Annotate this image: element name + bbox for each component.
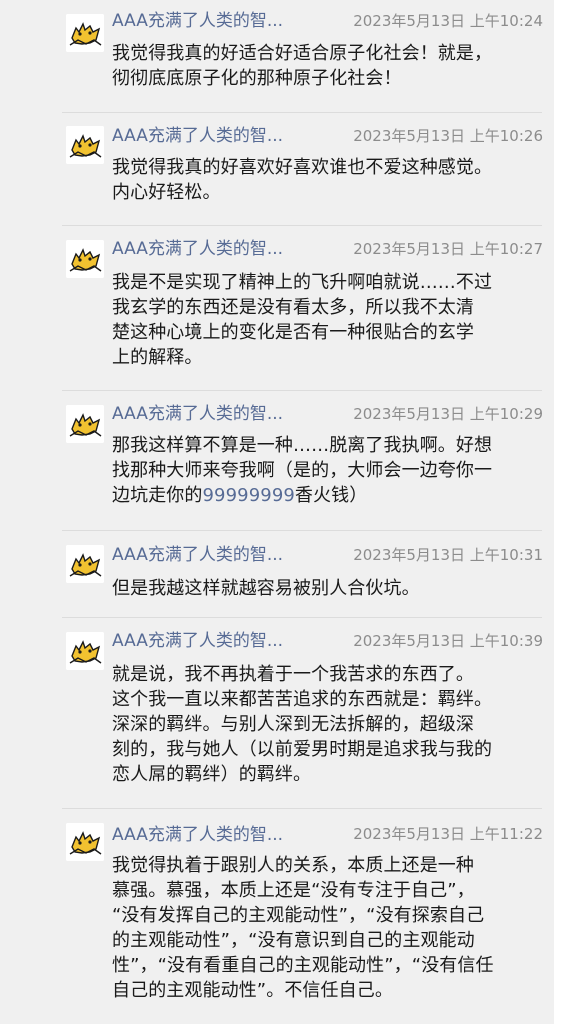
message-line: 的主观能动性”，“没有意识到自己的主观能动 — [112, 930, 475, 951]
message-line: 自己的主观能动性”。不信任自己。 — [112, 980, 393, 1001]
sender-name[interactable]: AAA充满了人类的智... — [112, 544, 283, 566]
message-line: 我觉得我真的好喜欢好喜欢谁也不爱这种感觉。 — [112, 157, 493, 178]
message-line: 楚这种心境上的变化是否有一种很贴合的玄学 — [112, 322, 474, 343]
avatar[interactable] — [66, 240, 104, 278]
message-text: 我是不是实现了精神上的飞升啊咱就说……不过 我玄学的东西还是没有看太多，所以我不… — [112, 270, 544, 370]
message-line: “没有发挥自己的主观能动性”，“没有探索自己 — [112, 905, 485, 926]
message-line: 上的解释。 — [112, 347, 203, 368]
avatar[interactable] — [66, 545, 104, 583]
chat-message[interactable]: AAA充满了人类的智... 2023年5月13日 上午10:27 我是不是实现了… — [0, 226, 554, 390]
avatar[interactable] — [66, 14, 104, 52]
message-line: 我玄学的东西还是没有看太多，所以我不太清 — [112, 297, 474, 318]
cat-avatar-icon — [66, 823, 104, 861]
chat-message[interactable]: AAA充满了人类的智... 2023年5月13日 上午10:39 就是说，我不再… — [0, 618, 554, 808]
message-timestamp: 2023年5月13日 上午10:29 — [353, 405, 543, 423]
message-line: 那我这样算不算是一种……脱离了我执啊。好想 — [112, 435, 493, 456]
avatar[interactable] — [66, 823, 104, 861]
cat-avatar-icon — [66, 126, 104, 164]
chat-message[interactable]: AAA充满了人类的智... 2023年5月13日 上午10:31 但是我越这样就… — [0, 531, 554, 617]
message-text: 我觉得执着于跟别人的关系，本质上还是一种 慕强。慕强，本质上还是“没有专注于自己… — [112, 853, 544, 1003]
message-text: 我觉得我真的好适合好适合原子化社会！就是， 彻彻底底原子化的那种原子化社会！ — [112, 41, 544, 91]
sender-name[interactable]: AAA充满了人类的智... — [112, 630, 283, 652]
number-link[interactable]: 99999999 — [203, 485, 295, 506]
sender-name[interactable]: AAA充满了人类的智... — [112, 125, 283, 147]
cat-avatar-icon — [66, 240, 104, 278]
sender-name[interactable]: AAA充满了人类的智... — [112, 403, 283, 425]
message-line: 深深的羁绊。与别人深到无法拆解的，超级深 — [112, 714, 474, 735]
chat-message[interactable]: AAA充满了人类的智... 2023年5月13日 上午10:26 我觉得我真的好… — [0, 113, 554, 225]
window-edge — [554, 0, 569, 1024]
message-line: 边坑走你的99999999香火钱） — [112, 483, 544, 508]
message-line: 我是不是实现了精神上的飞升啊咱就说……不过 — [112, 272, 493, 293]
sender-name[interactable]: AAA充满了人类的智... — [112, 238, 283, 260]
message-timestamp: 2023年5月13日 上午10:31 — [353, 546, 543, 564]
avatar[interactable] — [66, 405, 104, 443]
cat-avatar-icon — [66, 632, 104, 670]
message-text: 那我这样算不算是一种……脱离了我执啊。好想 找那种大师来夸我啊（是的，大师会一边… — [112, 433, 544, 508]
message-text: 但是我越这样就越容易被别人合伙坑。 — [112, 576, 544, 601]
message-line: 刻的，我与她人（以前爱男时期是追求我与我的 — [112, 739, 493, 760]
message-line: 恋人屌的羁绊）的羁绊。 — [112, 764, 312, 785]
message-timestamp: 2023年5月13日 上午11:22 — [353, 825, 543, 843]
chat-message[interactable]: AAA充满了人类的智... 2023年5月13日 上午10:29 那我这样算不算… — [0, 391, 554, 530]
message-line: 内心好轻松。 — [112, 182, 221, 203]
message-line: 我觉得我真的好适合好适合原子化社会！就是， — [112, 43, 493, 64]
message-timestamp: 2023年5月13日 上午10:24 — [353, 12, 543, 30]
message-text: 我觉得我真的好喜欢好喜欢谁也不爱这种感觉。 内心好轻松。 — [112, 155, 544, 205]
message-text: 就是说，我不再执着于一个我苦求的东西了。 这个我一直以来都苦苦追求的东西就是：羁… — [112, 662, 544, 787]
avatar[interactable] — [66, 632, 104, 670]
message-timestamp: 2023年5月13日 上午10:39 — [353, 632, 543, 650]
message-line-text: 边坑走你的 — [112, 485, 203, 506]
message-line: 这个我一直以来都苦苦追求的东西就是：羁绊。 — [112, 689, 493, 710]
cat-avatar-icon — [66, 405, 104, 443]
message-line: 就是说，我不再执着于一个我苦求的东西了。 — [112, 664, 474, 685]
sender-name[interactable]: AAA充满了人类的智... — [112, 824, 283, 846]
sender-name[interactable]: AAA充满了人类的智... — [112, 10, 283, 32]
avatar[interactable] — [66, 126, 104, 164]
message-line: 找那种大师来夸我啊（是的，大师会一边夸你一 — [112, 460, 493, 481]
message-line-text: 香火钱） — [294, 485, 368, 506]
message-line: 性”，“没有看重自己的主观能动性”，“没有信任 — [112, 955, 494, 976]
message-line: 慕强。慕强，本质上还是“没有专注于自己”， — [112, 880, 475, 901]
message-timestamp: 2023年5月13日 上午10:26 — [353, 127, 543, 145]
cat-avatar-icon — [66, 14, 104, 52]
chat-message[interactable]: AAA充满了人类的智... 2023年5月13日 上午11:22 我觉得执着于跟… — [0, 809, 554, 1024]
chat-history-panel[interactable]: AAA充满了人类的智... 2023年5月13日 上午10:24 我觉得我真的好… — [0, 0, 554, 1024]
message-line: 我觉得执着于跟别人的关系，本质上还是一种 — [112, 855, 474, 876]
message-line: 但是我越这样就越容易被别人合伙坑。 — [112, 578, 420, 599]
message-timestamp: 2023年5月13日 上午10:27 — [353, 240, 543, 258]
message-line: 彻彻底底原子化的那种原子化社会！ — [112, 68, 402, 89]
cat-avatar-icon — [66, 545, 104, 583]
chat-message[interactable]: AAA充满了人类的智... 2023年5月13日 上午10:24 我觉得我真的好… — [0, 0, 554, 112]
